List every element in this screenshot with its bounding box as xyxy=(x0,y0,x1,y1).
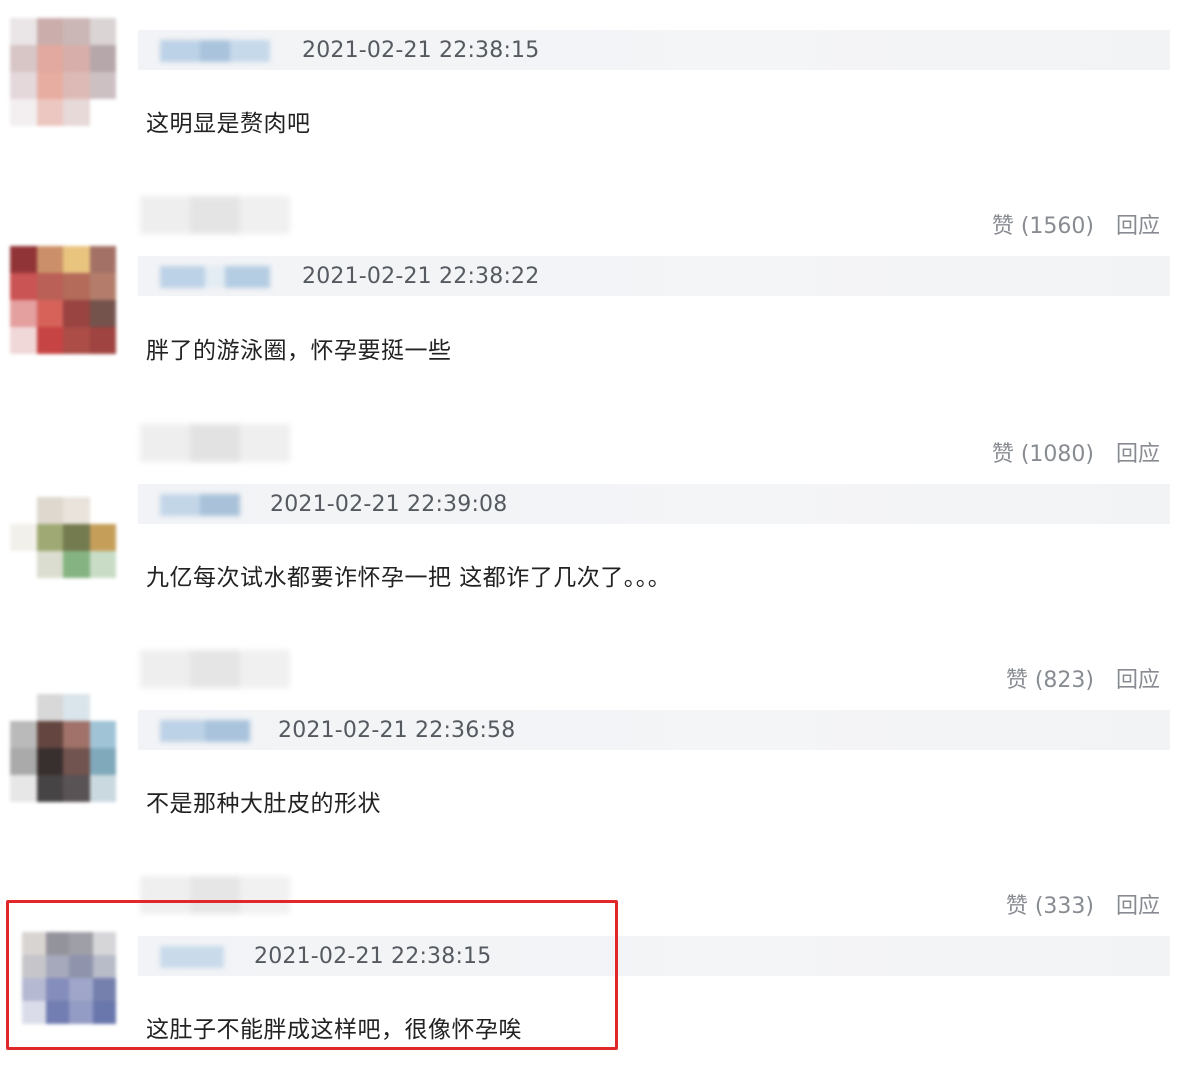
reply-preview-blurred xyxy=(140,650,290,688)
comment-timestamp: 2021-02-21 22:38:22 xyxy=(302,264,540,289)
comment-timestamp: 2021-02-21 22:39:08 xyxy=(270,492,508,517)
comment-text: 胖了的游泳圈，怀孕要挺一些 xyxy=(146,338,452,364)
reply-preview-blurred xyxy=(140,196,290,234)
comment-actions: 赞 (1080) 回应 xyxy=(992,436,1160,468)
comment-actions: 赞 (823) 回应 xyxy=(1006,662,1160,694)
comment-actions: 赞 (1560) 回应 xyxy=(992,208,1160,240)
avatar[interactable] xyxy=(10,246,116,354)
like-button[interactable]: 赞 (1080) xyxy=(992,442,1094,467)
username-blurred[interactable] xyxy=(160,720,250,742)
comment-text: 不是那种大肚皮的形状 xyxy=(146,791,381,817)
comment-timestamp: 2021-02-21 22:38:15 xyxy=(302,38,540,63)
comment-meta-bar: 2021-02-21 22:36:58 xyxy=(138,710,1170,750)
comment-text: 这明显是赘肉吧 xyxy=(146,111,311,137)
comment-meta-bar: 2021-02-21 22:38:15 xyxy=(138,30,1170,70)
like-button[interactable]: 赞 (1560) xyxy=(992,214,1094,239)
reply-preview-blurred xyxy=(140,424,290,462)
comment-actions: 赞 (333) 回应 xyxy=(1006,888,1160,920)
comment-timestamp: 2021-02-21 22:36:58 xyxy=(278,718,516,743)
username-blurred[interactable] xyxy=(160,266,270,288)
avatar[interactable] xyxy=(10,694,116,802)
comment-meta-bar: 2021-02-21 22:39:08 xyxy=(138,484,1170,524)
username-blurred[interactable] xyxy=(160,40,270,62)
reply-button[interactable]: 回应 xyxy=(1116,214,1160,239)
like-button[interactable]: 赞 (333) xyxy=(1006,894,1094,919)
comment-meta-bar: 2021-02-21 22:38:22 xyxy=(138,256,1170,296)
reply-button[interactable]: 回应 xyxy=(1116,668,1160,693)
comment-text: 九亿每次试水都要诈怀孕一把 这都诈了几次了。。。 xyxy=(146,565,672,591)
avatar[interactable] xyxy=(10,470,116,578)
username-blurred[interactable] xyxy=(160,494,240,516)
reply-button[interactable]: 回应 xyxy=(1116,442,1160,467)
avatar[interactable] xyxy=(10,18,116,126)
reply-button[interactable]: 回应 xyxy=(1116,894,1160,919)
like-button[interactable]: 赞 (823) xyxy=(1006,668,1094,693)
highlight-box xyxy=(6,900,618,1050)
